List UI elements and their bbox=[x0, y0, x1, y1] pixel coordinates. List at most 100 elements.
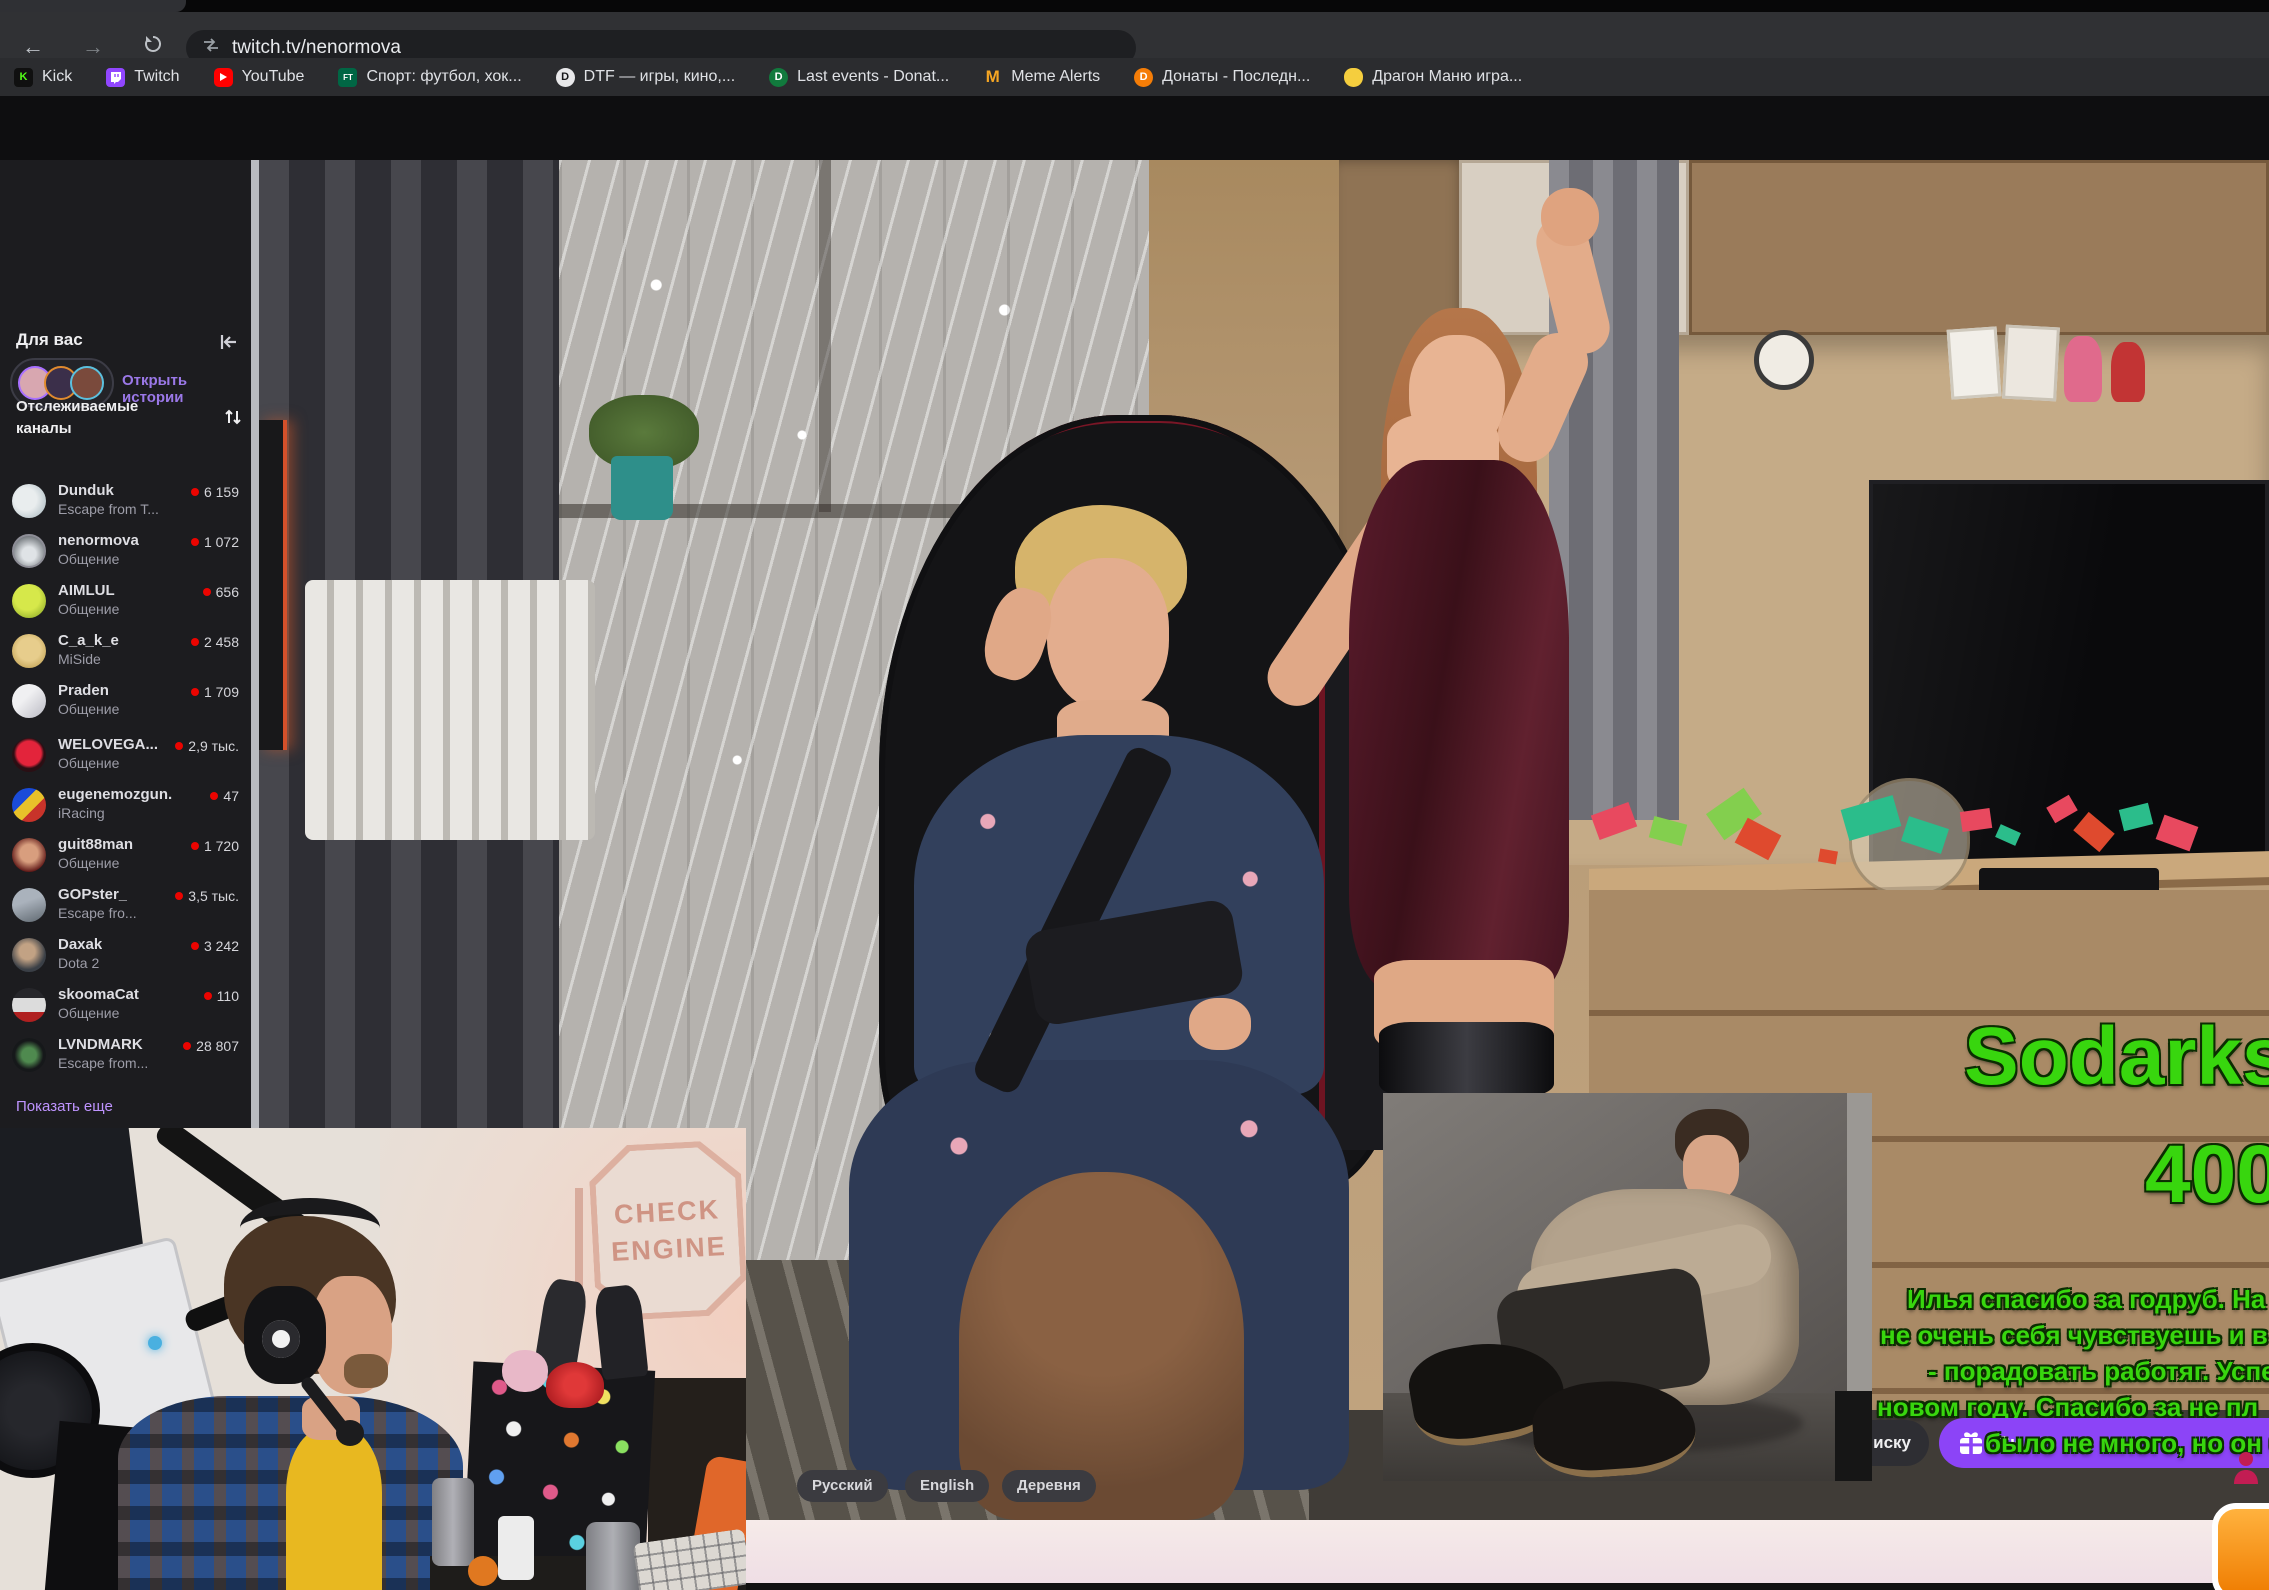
donation-alerts-icon: D bbox=[1134, 68, 1153, 87]
dancer-fist bbox=[1541, 188, 1599, 246]
sidebar-channel-eugenemozgun[interactable]: eugenemozgun...iRacing47 bbox=[0, 786, 251, 832]
tag-village[interactable]: Деревня bbox=[1002, 1470, 1096, 1502]
twitch-header: Отслеживаемое Просмотр 28 bbox=[0, 96, 2269, 160]
doll-figurine bbox=[2111, 342, 2145, 402]
story-avatar bbox=[70, 366, 104, 400]
twitch-favicon bbox=[106, 68, 125, 87]
bookmark-last-events[interactable]: DLast events - Donat... bbox=[769, 68, 949, 87]
pip-corner bbox=[1835, 1391, 1872, 1481]
dtf-icon: D bbox=[556, 68, 575, 87]
gift-bow bbox=[546, 1362, 604, 1408]
channel-avatar bbox=[12, 684, 46, 718]
live-indicator bbox=[191, 488, 199, 496]
sidebar-channel-skoomacat[interactable]: skoomaCatОбщение110 bbox=[0, 986, 251, 1032]
sidebar-channel-aimlul[interactable]: AIMLULОбщение656 bbox=[0, 582, 251, 628]
live-indicator bbox=[210, 792, 218, 800]
sidebar-channel-praden[interactable]: PradenОбщение1 709 bbox=[0, 682, 251, 728]
channel-avatar bbox=[12, 788, 46, 822]
live-indicator bbox=[175, 892, 183, 900]
sort-channels-icon[interactable] bbox=[222, 406, 244, 433]
live-indicator bbox=[191, 688, 199, 696]
live-indicator bbox=[183, 1042, 191, 1050]
dragon-icon bbox=[1344, 68, 1363, 87]
channel-avatar bbox=[12, 888, 46, 922]
screen: ← → twitch.tv/nenormova KKick Twitch You… bbox=[0, 0, 2269, 1590]
url-text: twitch.tv/nenormova bbox=[232, 37, 401, 59]
upper-cabinet-wood bbox=[1689, 160, 2269, 335]
live-indicator bbox=[191, 538, 199, 546]
sidebar-channel-lvndmark[interactable]: LVNDMARKEscape from...28 807 bbox=[0, 1036, 251, 1082]
pink-plush bbox=[502, 1350, 548, 1392]
channel-avatar bbox=[12, 838, 46, 872]
sidebar-channel-daxak[interactable]: DaxakDota 23 242 bbox=[0, 936, 251, 982]
headphones-logo bbox=[262, 1320, 300, 1358]
bookmark-twitch[interactable]: Twitch bbox=[106, 68, 179, 87]
show-more-link[interactable]: Показать еще bbox=[16, 1098, 113, 1115]
donation-message-line: не очень себя чувствуешь и в bbox=[1880, 1320, 2268, 1351]
bookmark-donations[interactable]: DДонаты - Последн... bbox=[1134, 68, 1310, 87]
neon-text-line1: CHECK bbox=[613, 1194, 720, 1231]
youtube-icon bbox=[214, 68, 233, 87]
gift-icon bbox=[1957, 1429, 1985, 1457]
cup bbox=[432, 1478, 474, 1566]
channel-avatar bbox=[12, 1038, 46, 1072]
live-indicator bbox=[191, 942, 199, 950]
browser-toolbar: ← → twitch.tv/nenormova bbox=[0, 12, 2269, 58]
emoji-sticker bbox=[2212, 1503, 2269, 1590]
bookmark-meme-alerts[interactable]: MMeme Alerts bbox=[983, 68, 1100, 87]
channel-avatar bbox=[12, 938, 46, 972]
cup bbox=[586, 1522, 640, 1590]
dancer-stockings bbox=[1379, 1022, 1554, 1097]
sidebar-channel-guit88man[interactable]: guit88manОбщение1 720 bbox=[0, 836, 251, 882]
channel-avatar bbox=[12, 534, 46, 568]
tag-english[interactable]: English bbox=[905, 1470, 989, 1502]
tag-russian[interactable]: Русский bbox=[797, 1470, 888, 1502]
cup bbox=[498, 1516, 534, 1580]
wall-clock bbox=[1754, 330, 1814, 390]
window-bar bbox=[819, 160, 831, 512]
site-settings-icon[interactable] bbox=[202, 36, 220, 60]
donation-message-line: было не много, но он б bbox=[1985, 1428, 2269, 1459]
sidebar-channel-dunduk[interactable]: DundukEscape from T...6 159 bbox=[0, 482, 251, 528]
streamer-beard bbox=[344, 1354, 388, 1388]
doll-figurine bbox=[2064, 336, 2102, 402]
kick-icon: K bbox=[14, 68, 33, 87]
collapse-sidebar-icon[interactable] bbox=[218, 332, 240, 357]
mic-capsule bbox=[336, 1420, 364, 1446]
bookmark-youtube[interactable]: YouTube bbox=[214, 68, 305, 87]
live-indicator bbox=[175, 742, 183, 750]
followed-title-line2: каналы bbox=[16, 420, 72, 437]
neon-text-line2: ENGINE bbox=[610, 1230, 727, 1267]
photo-frame bbox=[1947, 326, 2002, 399]
channel-avatar bbox=[12, 738, 46, 772]
browser-tab-strip bbox=[0, 0, 2269, 12]
bookmark-dragon[interactable]: Драгон Маню игра... bbox=[1344, 68, 1522, 87]
rig-led bbox=[148, 1336, 162, 1350]
for-you-title: Для вас bbox=[16, 330, 83, 350]
browser-active-tab[interactable] bbox=[0, 0, 186, 12]
seated-woman-face bbox=[1047, 558, 1169, 710]
donation-amount: 400 bbox=[2145, 1128, 2269, 1222]
live-indicator bbox=[191, 638, 199, 646]
bookmarks-bar: KKick Twitch YouTube FTСпорт: футбол, хо… bbox=[0, 58, 2269, 96]
donation-message-line: - порадовать работяг. Успе bbox=[1928, 1356, 2269, 1387]
open-stories-link[interactable]: Открыть истории bbox=[122, 372, 251, 406]
channel-avatar bbox=[12, 584, 46, 618]
live-indicator bbox=[191, 842, 199, 850]
live-indicator bbox=[204, 992, 212, 1000]
channel-avatar bbox=[12, 988, 46, 1022]
bookmark-dtf[interactable]: DDTF — игры, кино,... bbox=[556, 68, 736, 87]
bookmark-sport[interactable]: FTСпорт: футбол, хок... bbox=[338, 68, 521, 87]
sidebar-channel-welovega[interactable]: WELOVEGA...Общение2,9 тыс. bbox=[0, 736, 251, 782]
foreground-head bbox=[959, 1172, 1244, 1520]
streamer-tshirt bbox=[286, 1428, 382, 1590]
bookmark-kick[interactable]: KKick bbox=[14, 68, 72, 87]
sidebar-channel-cake[interactable]: C_a_k_eMiSide2 458 bbox=[0, 632, 251, 678]
seated-woman-hand bbox=[1189, 998, 1251, 1050]
viewer-count-icon bbox=[2231, 1450, 2265, 1491]
donate-events-icon: D bbox=[769, 68, 788, 87]
sidebar-channel-gopster[interactable]: GOPster_Escape fro...3,5 тыс. bbox=[0, 886, 251, 932]
sidebar-channel-nenormova[interactable]: nenormovaОбщение1 072 bbox=[0, 532, 251, 578]
orange-fruit bbox=[468, 1556, 498, 1586]
channel-avatar bbox=[12, 634, 46, 668]
